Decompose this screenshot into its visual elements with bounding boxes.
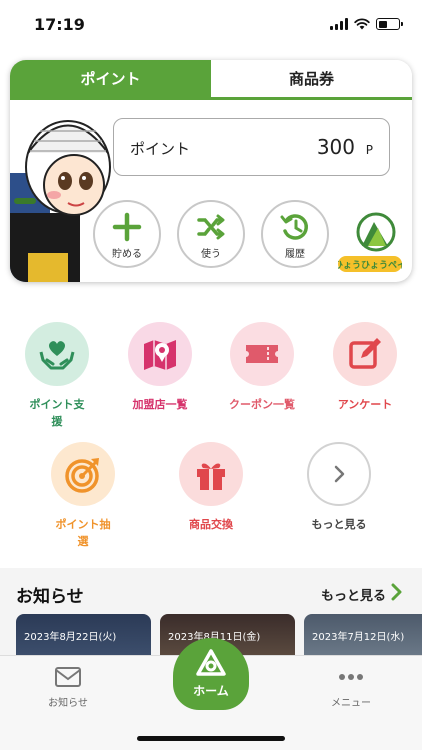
heart-hands-icon xyxy=(39,341,75,370)
news-more-link[interactable]: もっと見る xyxy=(321,585,386,604)
news-card[interactable]: 2023年7月12日(水) xyxy=(304,614,422,655)
status-icons xyxy=(330,18,403,30)
menu-coupon-list[interactable]: クーポン一覧 xyxy=(212,322,312,413)
menu-see-more[interactable]: もっと見る xyxy=(289,442,389,533)
menu-point-lottery-label: ポイント抽選 xyxy=(55,518,111,548)
tab-gift-certificates[interactable]: 商品券 xyxy=(211,60,412,97)
gift-icon xyxy=(197,463,225,490)
history-button[interactable]: 履歴 xyxy=(261,200,329,268)
plus-icon xyxy=(112,212,142,242)
menu-survey-label: アンケート xyxy=(337,398,393,411)
points-value: 300 xyxy=(316,135,355,159)
menu-see-more-label: もっと見る xyxy=(311,518,367,531)
menu-point-support-icon-bg xyxy=(25,322,89,386)
battery-icon xyxy=(376,18,403,30)
nav-home-label: ホーム xyxy=(193,684,229,698)
earn-points-button[interactable]: 貯める xyxy=(93,200,161,268)
edit-icon xyxy=(349,338,381,369)
menu-survey-icon-bg xyxy=(333,322,397,386)
menu-see-more-icon-bg xyxy=(307,442,371,506)
target-icon xyxy=(65,458,99,493)
wifi-icon xyxy=(354,18,370,30)
menu-point-lottery[interactable]: ポイント抽選 xyxy=(33,442,133,550)
earn-points-label: 貯める xyxy=(112,249,142,260)
wallet-tabs: ポイント 商品券 xyxy=(10,60,412,100)
menu-survey[interactable]: アンケート xyxy=(315,322,415,413)
home-content[interactable]: ポイント 商品券 ポイント 300 P 貯める 使う 履歴 ひょうひょうペイ ポ… xyxy=(0,50,422,655)
wallet-card: ポイント 商品券 ポイント 300 P 貯める 使う 履歴 ひょうひょうペイ xyxy=(10,60,412,282)
news-date: 2023年8月22日(火) xyxy=(24,632,117,643)
home-indicator[interactable] xyxy=(137,736,285,741)
nav-menu[interactable]: メニュー xyxy=(306,666,396,709)
mail-icon xyxy=(55,667,81,687)
menu-coupon-list-icon-bg xyxy=(230,322,294,386)
menu-coupon-list-label: クーポン一覧 xyxy=(229,398,295,411)
menu-store-list-icon-bg xyxy=(128,322,192,386)
history-icon xyxy=(280,214,308,240)
nav-news[interactable]: お知らせ xyxy=(23,666,113,709)
menu-point-lottery-icon-bg xyxy=(51,442,115,506)
news-date: 2023年7月12日(水) xyxy=(312,632,405,643)
map-icon xyxy=(144,340,176,370)
menu-product-exchange[interactable]: 商品交換 xyxy=(161,442,261,533)
menu-store-list[interactable]: 加盟店一覧 xyxy=(110,322,210,413)
nav-home-button[interactable]: ホーム xyxy=(173,638,249,710)
home-logo-icon xyxy=(196,649,226,676)
nav-menu-label: メニュー xyxy=(331,698,371,709)
tab-points[interactable]: ポイント xyxy=(10,60,211,97)
menu-store-list-label: 加盟店一覧 xyxy=(132,398,188,411)
history-label: 履歴 xyxy=(285,249,305,260)
menu-point-support-label: ポイント支援 xyxy=(29,398,85,428)
menu-product-exchange-label: 商品交換 xyxy=(189,518,233,531)
status-time: 17:19 xyxy=(34,15,85,34)
points-unit: P xyxy=(365,143,373,157)
points-label: ポイント xyxy=(130,140,191,158)
use-points-label: 使う xyxy=(201,249,221,260)
shuffle-icon xyxy=(197,214,225,240)
menu-product-exchange-icon-bg xyxy=(179,442,243,506)
nav-news-label: お知らせ xyxy=(48,698,88,709)
brand-logo: ひょうひょうペイ xyxy=(338,212,402,272)
brand-text: ひょうひょうペイ xyxy=(338,260,402,271)
news-title: お知らせ xyxy=(16,587,84,607)
chevron-right-icon[interactable] xyxy=(390,583,404,601)
news-card[interactable]: 2023年8月22日(火) xyxy=(16,614,151,655)
chevron-right-icon xyxy=(334,465,345,483)
use-points-button[interactable]: 使う xyxy=(177,200,245,268)
cellular-signal-icon xyxy=(330,18,348,30)
more-dots-icon xyxy=(339,674,363,680)
ticket-icon xyxy=(246,345,278,363)
points-balance-box: ポイント 300 P xyxy=(113,118,390,176)
menu-point-support[interactable]: ポイント支援 xyxy=(7,322,107,430)
status-bar: 17:19 xyxy=(0,0,422,50)
